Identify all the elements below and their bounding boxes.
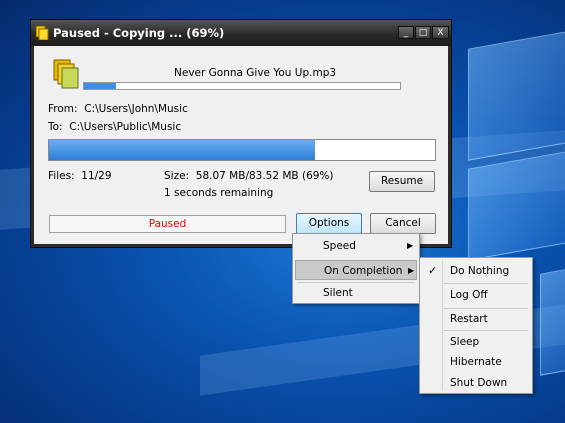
- status-text: Paused: [148, 218, 187, 230]
- submenu-arrow-icon: ▶: [408, 266, 415, 275]
- time-remaining: 1 seconds remaining: [164, 187, 274, 199]
- size-row: Size: 58.07 MB/83.52 MB (69%): [164, 170, 334, 182]
- to-row: To: C:\Users\Public\Music: [48, 121, 181, 133]
- windows-logo-pane: [468, 31, 565, 161]
- files-row: Files: 11/29: [48, 170, 112, 182]
- resume-button[interactable]: Resume: [369, 171, 435, 192]
- minimize-button[interactable]: _: [398, 26, 414, 39]
- menu-item-log-off[interactable]: Log Off: [422, 285, 530, 305]
- menu-item-label: Do Nothing: [450, 265, 510, 277]
- to-path: C:\Users\Public\Music: [69, 121, 182, 133]
- menu-item-label: Speed: [323, 240, 356, 252]
- menu-item-label: Silent: [323, 287, 353, 299]
- check-icon: ✓: [428, 264, 438, 277]
- menu-item-do-nothing[interactable]: ✓ Do Nothing: [422, 261, 530, 281]
- status-field: Paused: [49, 215, 286, 233]
- files-count: 11/29: [81, 170, 112, 182]
- windows-logo-pane: [540, 266, 565, 376]
- total-progress-fill: [49, 140, 316, 160]
- menu-item-hibernate[interactable]: Hibernate: [422, 352, 530, 372]
- folder-icon: [35, 25, 49, 41]
- menu-separator: [444, 330, 528, 331]
- dialog-body: Never Gonna Give You Up.mp3 From: C:\Use…: [34, 46, 448, 244]
- menu-item-on-completion[interactable]: On Completion ▶: [295, 260, 417, 280]
- copy-dialog: Paused - Copying ... (69%) _ □ X Never G…: [30, 19, 452, 248]
- file-progress-fill: [84, 83, 116, 89]
- menu-item-label: On Completion: [324, 265, 403, 277]
- menu-item-shut-down[interactable]: Shut Down: [422, 373, 530, 393]
- menu-item-label: Restart: [450, 313, 488, 325]
- menu-item-label: Sleep: [450, 336, 480, 348]
- windows-logo-pane: [468, 151, 565, 261]
- menu-item-speed[interactable]: Speed ▶: [295, 236, 417, 256]
- title-bar[interactable]: Paused - Copying ... (69%) _ □ X: [31, 20, 451, 46]
- menu-item-silent[interactable]: Silent: [295, 283, 417, 303]
- from-label: From:: [48, 103, 78, 115]
- options-button[interactable]: Options: [296, 213, 362, 234]
- menu-separator: [444, 283, 528, 284]
- close-button[interactable]: X: [432, 26, 449, 39]
- to-label: To:: [48, 121, 63, 133]
- files-label: Files:: [48, 170, 75, 182]
- file-progress-bar: [83, 82, 401, 90]
- from-row: From: C:\Users\John\Music: [48, 103, 188, 115]
- menu-item-label: Shut Down: [450, 377, 508, 389]
- on-completion-submenu: ✓ Do Nothing Log Off Restart Sleep Hiber…: [419, 257, 533, 394]
- size-value: 58.07 MB/83.52 MB (69%): [195, 170, 334, 182]
- maximize-button[interactable]: □: [415, 26, 431, 39]
- submenu-arrow-icon: ▶: [407, 241, 414, 250]
- menu-item-sleep[interactable]: Sleep: [422, 332, 530, 352]
- menu-item-label: Log Off: [450, 289, 488, 301]
- size-label: Size:: [164, 170, 190, 182]
- menu-item-label: Hibernate: [450, 356, 502, 368]
- window-title: Paused - Copying ... (69%): [53, 26, 225, 40]
- cancel-button[interactable]: Cancel: [370, 213, 436, 234]
- copy-files-icon: [53, 59, 79, 89]
- menu-item-restart[interactable]: Restart: [422, 309, 530, 329]
- total-progress-bar: [48, 139, 436, 161]
- options-menu: Speed ▶ On Completion ▶ Silent: [292, 233, 420, 304]
- from-path: C:\Users\John\Music: [84, 103, 188, 115]
- file-name: Never Gonna Give You Up.mp3: [174, 67, 337, 79]
